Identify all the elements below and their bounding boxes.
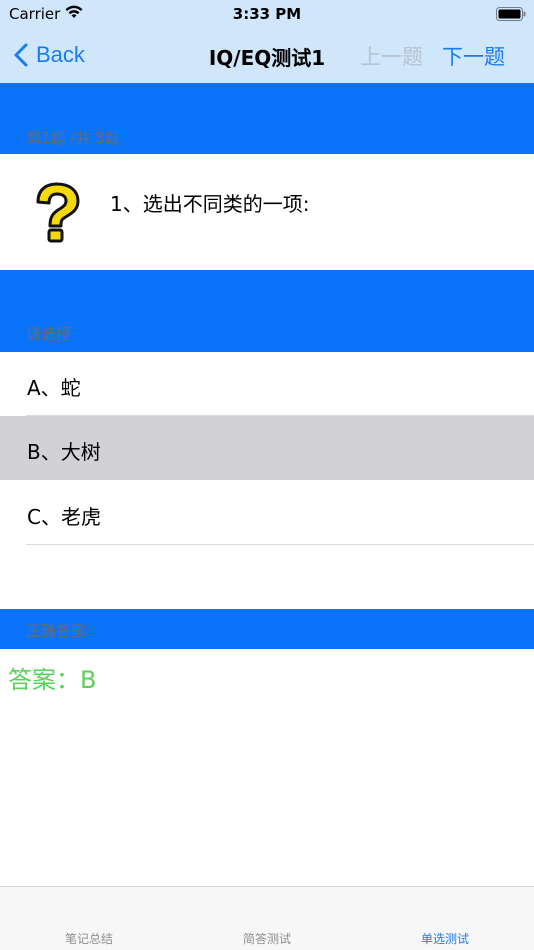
option-a[interactable]: A、蛇 [0, 352, 534, 416]
battery-icon [496, 7, 526, 21]
status-bar: Carrier 3:33 PM [0, 0, 534, 28]
prev-question-button[interactable]: 上一题 [360, 41, 423, 71]
answer-header-band: 正确答案: [0, 609, 534, 649]
answer-text: 答案：B [8, 666, 97, 694]
tab-single-choice-test[interactable]: 单选测试 [356, 887, 534, 950]
next-question-button[interactable]: 下一题 [442, 41, 505, 71]
answer-header-label: 正确答案: [26, 622, 92, 640]
question-text: 1、选出不同类的一项: [110, 192, 310, 216]
question-progress-label: 第1题 /共 3题 [26, 129, 120, 147]
tab-short-answer-test[interactable]: 简答测试 [178, 887, 356, 950]
divider [26, 544, 534, 545]
question-header-band: 第1题 /共 3题 [0, 83, 534, 154]
status-time: 3:33 PM [232, 5, 302, 23]
option-label: A、蛇 [27, 376, 81, 400]
options-header-label: 请选择 [26, 325, 72, 343]
tab-label: 笔记总结 [64, 932, 113, 946]
option-c[interactable]: C、老虎 [0, 481, 534, 545]
option-label: B、大树 [27, 440, 101, 464]
options-header-band: 请选择 [0, 270, 534, 352]
tab-label: 简答测试 [242, 932, 291, 946]
navigation-bar: Back IQ/EQ测试1 上一题 下一题 [0, 28, 534, 83]
tab-label: 单选测试 [420, 932, 469, 946]
option-b[interactable]: B、大树 [0, 416, 534, 480]
tab-bar: 笔记总结 简答测试 单选测试 [0, 886, 534, 950]
question-row: 1、选出不同类的一项: [0, 154, 534, 270]
option-label: C、老虎 [27, 505, 101, 529]
question-mark-icon [36, 182, 80, 243]
tab-notes-summary[interactable]: 笔记总结 [0, 887, 178, 950]
